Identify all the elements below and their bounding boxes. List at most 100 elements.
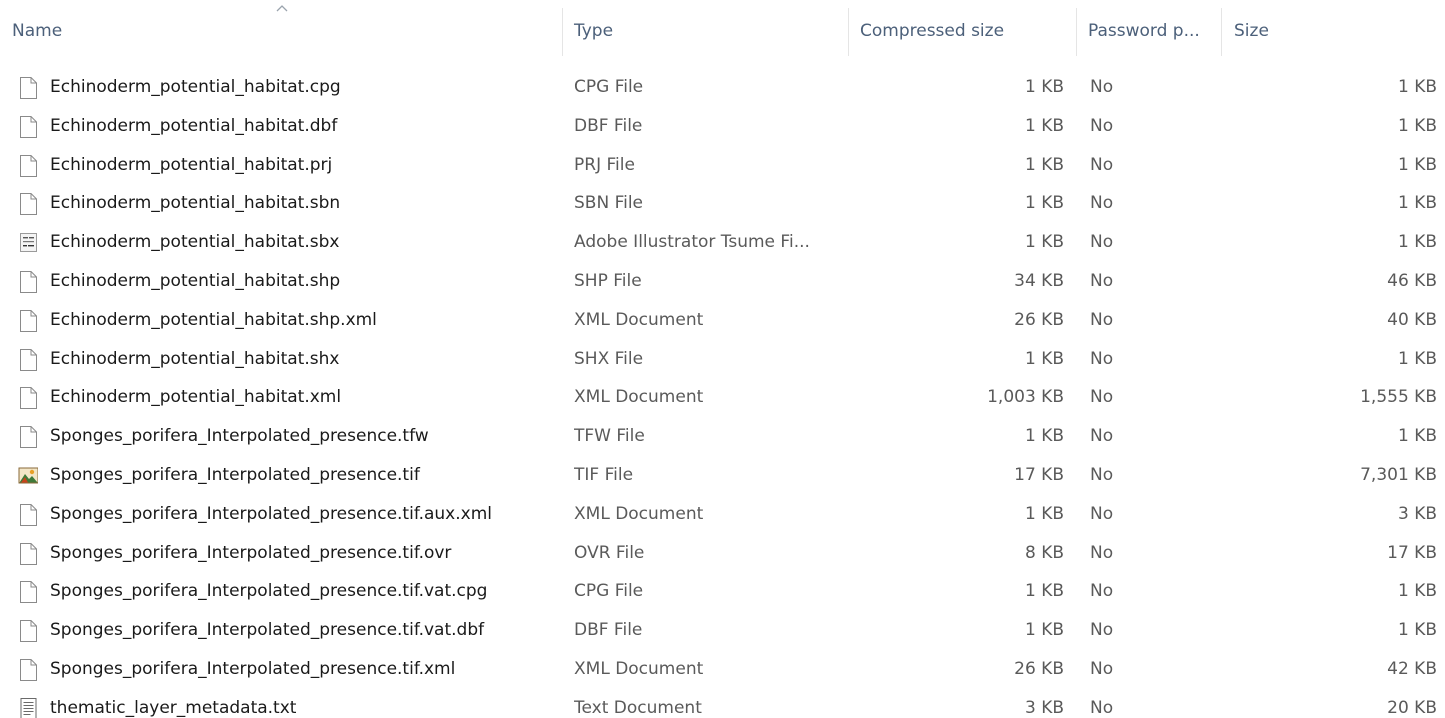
file-password-protected: No bbox=[1090, 387, 1114, 408]
file-password-protected: No bbox=[1090, 426, 1114, 447]
file-name: Echinoderm_potential_habitat.shx bbox=[50, 348, 340, 369]
file-name: Echinoderm_potential_habitat.cpg bbox=[50, 77, 341, 97]
file-name: Echinoderm_potential_habitat.xml bbox=[50, 387, 342, 408]
file-type: CPG File bbox=[574, 581, 644, 602]
file-compressed-size: 26 KB bbox=[1014, 309, 1064, 330]
file-icon bbox=[18, 77, 38, 99]
file-password-protected: No bbox=[1090, 77, 1114, 97]
file-password-protected: No bbox=[1090, 697, 1114, 718]
file-name: Sponges_porifera_Interpolated_presence.t… bbox=[50, 426, 429, 447]
file-compressed-size: 1 KB bbox=[1024, 348, 1064, 369]
file-icon bbox=[18, 426, 38, 449]
file-row[interactable]: Sponges_porifera_Interpolated_presence.t… bbox=[0, 456, 1445, 495]
file-type: TIF File bbox=[574, 464, 634, 485]
file-size: 1 KB bbox=[1397, 620, 1437, 641]
file-icon bbox=[18, 154, 38, 177]
file-size: 40 KB bbox=[1387, 309, 1437, 330]
file-name: Sponges_porifera_Interpolated_presence.t… bbox=[50, 542, 452, 563]
file-icon bbox=[18, 620, 38, 643]
file-password-protected: No bbox=[1090, 503, 1114, 524]
file-row[interactable]: Echinoderm_potential_habitat.shp.xml XML … bbox=[0, 301, 1445, 340]
file-icon bbox=[18, 542, 38, 565]
file-compressed-size: 1 KB bbox=[1024, 115, 1064, 136]
file-type: PRJ File bbox=[574, 154, 635, 175]
file-size: 46 KB bbox=[1387, 270, 1437, 291]
column-header-password-label: Password p... bbox=[1088, 21, 1200, 41]
file-row[interactable]: Sponges_porifera_Interpolated_presence.t… bbox=[0, 572, 1445, 611]
file-name: Echinoderm_potential_habitat.prj bbox=[50, 154, 333, 175]
file-compressed-size: 17 KB bbox=[1014, 464, 1064, 485]
file-type: DBF File bbox=[574, 620, 643, 641]
illustrator-tsume-icon bbox=[18, 232, 38, 254]
column-header-type[interactable]: Type bbox=[563, 0, 849, 62]
file-icon bbox=[18, 115, 38, 138]
file-size: 1 KB bbox=[1397, 348, 1437, 369]
file-row[interactable]: Sponges_porifera_Interpolated_presence.t… bbox=[0, 417, 1445, 456]
file-size: 20 KB bbox=[1387, 697, 1437, 718]
file-size: 7,301 KB bbox=[1360, 464, 1437, 485]
file-type: TFW File bbox=[574, 426, 645, 447]
file-row[interactable]: Echinoderm_potential_habitat.xml XML Docu… bbox=[0, 378, 1445, 417]
file-size: 1 KB bbox=[1397, 581, 1437, 602]
column-header-row: Name Type Compressed size Password p... … bbox=[0, 0, 1445, 62]
file-size: 3 KB bbox=[1397, 503, 1437, 524]
file-password-protected: No bbox=[1090, 581, 1114, 602]
file-icon bbox=[18, 348, 38, 371]
file-name: Echinoderm_potential_habitat.shp bbox=[50, 270, 341, 291]
file-icon bbox=[18, 581, 38, 604]
file-name: Sponges_porifera_Interpolated_presence.t… bbox=[50, 658, 456, 679]
file-name: Sponges_porifera_Interpolated_presence.t… bbox=[50, 581, 488, 602]
file-size: 42 KB bbox=[1387, 658, 1437, 679]
file-name: Echinoderm_potential_habitat.dbf bbox=[50, 115, 338, 136]
file-type: XML Document bbox=[574, 387, 704, 408]
file-name: Echinoderm_potential_habitat.sbn bbox=[50, 193, 341, 214]
file-compressed-size: 3 KB bbox=[1024, 697, 1064, 718]
file-type: Adobe Illustrator Tsume Fi... bbox=[574, 232, 810, 253]
file-password-protected: No bbox=[1090, 542, 1114, 563]
file-type: SHX File bbox=[574, 348, 644, 369]
image-file-icon bbox=[18, 465, 39, 487]
file-size: 1 KB bbox=[1397, 193, 1437, 214]
file-name: Sponges_porifera_Interpolated_presence.t… bbox=[50, 620, 485, 641]
file-row[interactable]: Echinoderm_potential_habitat.sbn SBN File… bbox=[0, 184, 1445, 223]
file-size: 1 KB bbox=[1397, 426, 1437, 447]
file-row[interactable]: Echinoderm_potential_habitat.dbf DBF File… bbox=[0, 107, 1445, 146]
column-header-size-label: Size bbox=[1234, 21, 1269, 41]
column-header-size[interactable]: Size bbox=[1222, 0, 1445, 62]
file-row[interactable]: Echinoderm_potential_habitat.sbx Adobe Il… bbox=[0, 223, 1445, 262]
file-row[interactable]: Sponges_porifera_Interpolated_presence.t… bbox=[0, 495, 1445, 534]
file-type: SHP File bbox=[574, 270, 642, 291]
file-compressed-size: 1 KB bbox=[1024, 426, 1064, 447]
file-icon bbox=[18, 503, 38, 526]
file-size: 1 KB bbox=[1397, 154, 1437, 175]
file-compressed-size: 1 KB bbox=[1024, 503, 1064, 524]
file-row[interactable]: Echinoderm_potential_habitat.cpg CPG File… bbox=[0, 68, 1445, 107]
file-list-view: Name Type Compressed size Password p... … bbox=[0, 0, 1445, 718]
file-icon bbox=[18, 387, 38, 410]
file-name: Sponges_porifera_Interpolated_presence.t… bbox=[50, 464, 420, 485]
file-row[interactable]: Echinoderm_potential_habitat.shp SHP File… bbox=[0, 262, 1445, 301]
file-password-protected: No bbox=[1090, 309, 1114, 330]
file-compressed-size: 1 KB bbox=[1024, 193, 1064, 214]
file-row[interactable]: Sponges_porifera_Interpolated_presence.t… bbox=[0, 534, 1445, 573]
file-size: 1 KB bbox=[1397, 115, 1437, 136]
file-row[interactable]: thematic_layer_metadata.txt Text Document… bbox=[0, 689, 1445, 718]
file-size: 1 KB bbox=[1397, 232, 1437, 253]
column-header-type-label: Type bbox=[574, 21, 614, 41]
file-password-protected: No bbox=[1090, 270, 1114, 291]
file-row[interactable]: Sponges_porifera_Interpolated_presence.t… bbox=[0, 611, 1445, 650]
file-password-protected: No bbox=[1090, 115, 1114, 136]
file-row[interactable]: Echinoderm_potential_habitat.prj PRJ File… bbox=[0, 146, 1445, 185]
file-password-protected: No bbox=[1090, 232, 1114, 253]
file-compressed-size: 1 KB bbox=[1024, 77, 1064, 97]
file-rows: Echinoderm_potential_habitat.cpg CPG File… bbox=[0, 68, 1445, 718]
file-name: Echinoderm_potential_habitat.shp.xml bbox=[50, 309, 377, 330]
file-row[interactable]: Echinoderm_potential_habitat.shx SHX File… bbox=[0, 340, 1445, 379]
column-header-compressed-size[interactable]: Compressed size bbox=[849, 0, 1077, 62]
file-type: Text Document bbox=[574, 697, 702, 718]
file-type: CPG File bbox=[574, 77, 644, 97]
text-document-icon bbox=[18, 697, 38, 718]
column-header-name[interactable]: Name bbox=[0, 0, 563, 62]
file-row[interactable]: Sponges_porifera_Interpolated_presence.t… bbox=[0, 650, 1445, 689]
column-header-password-protected[interactable]: Password p... bbox=[1077, 0, 1222, 62]
